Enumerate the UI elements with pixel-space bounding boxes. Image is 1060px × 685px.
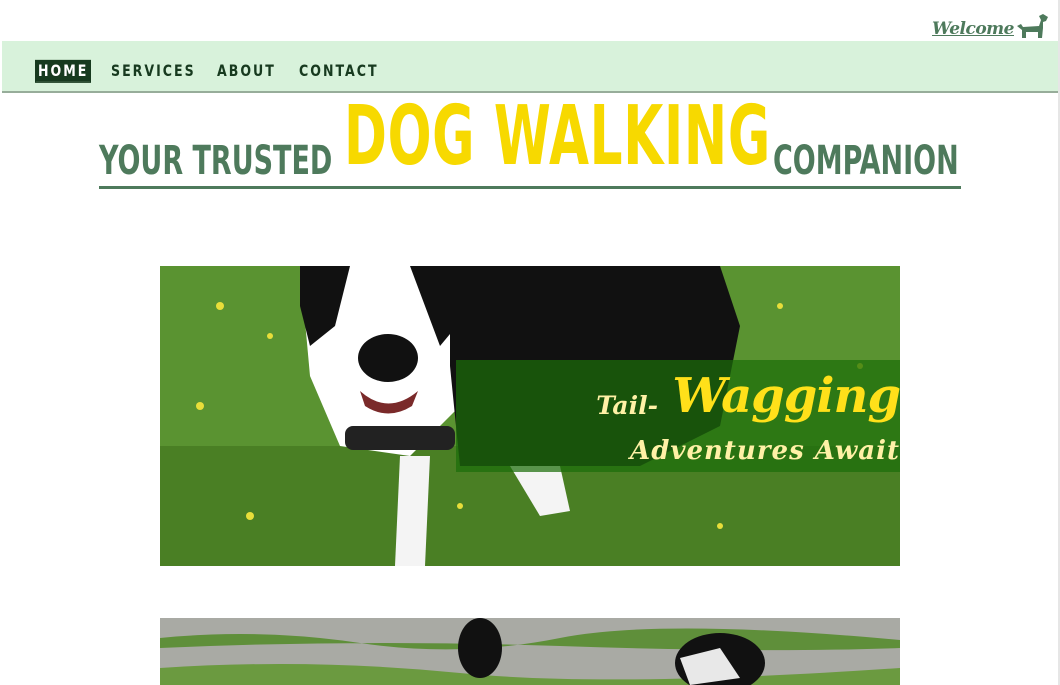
nav-services[interactable]: SERVICES bbox=[111, 61, 196, 82]
page-headline: YOUR TRUSTED DOG WALKING COMPANION bbox=[99, 89, 961, 189]
headline-part-1: YOUR TRUSTED bbox=[99, 138, 333, 184]
dog-icon[interactable] bbox=[1015, 12, 1049, 40]
tagline-panel: Tail- Wagging Adventures Await bbox=[456, 360, 900, 472]
tagline-sub: Adventures Await bbox=[630, 436, 900, 466]
tagline-main: Wagging bbox=[672, 368, 900, 424]
main-nav: HOME SERVICES ABOUT CONTACT bbox=[2, 41, 1058, 93]
headline-highlight: DOG WALKING bbox=[344, 89, 771, 184]
dogs-in-water-photo bbox=[160, 618, 900, 685]
tagline-prefix: Tail- bbox=[596, 391, 658, 420]
nav-home[interactable]: HOME bbox=[34, 59, 92, 83]
hero-image: Tail- Wagging Adventures Await bbox=[160, 266, 900, 566]
welcome-link[interactable]: Welcome bbox=[932, 19, 1014, 39]
second-photo bbox=[160, 618, 900, 685]
nav-about[interactable]: ABOUT bbox=[217, 61, 276, 82]
top-bar: Welcome bbox=[0, 0, 1060, 41]
nav-contact[interactable]: CONTACT bbox=[299, 61, 379, 82]
headline-part-3: COMPANION bbox=[773, 138, 959, 184]
